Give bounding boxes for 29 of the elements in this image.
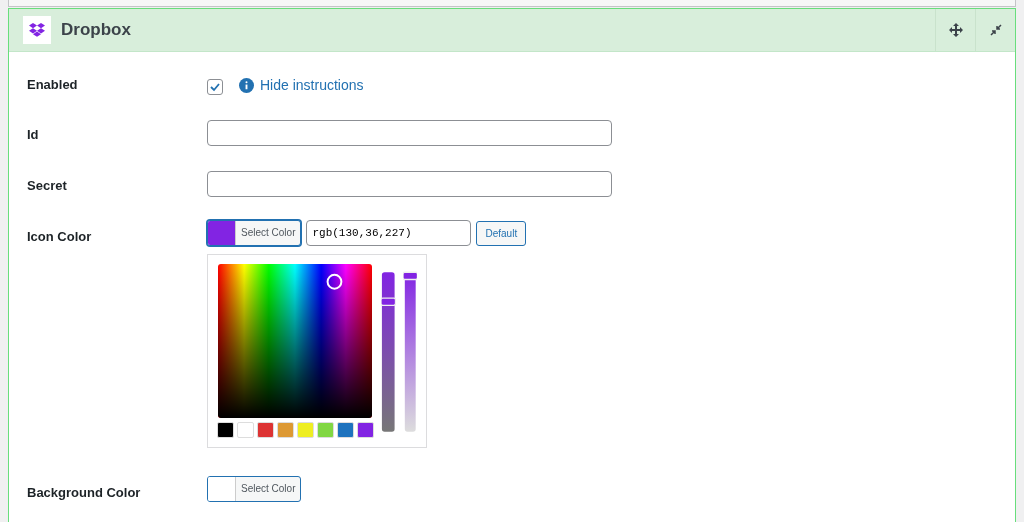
palette-swatch[interactable] xyxy=(317,422,334,438)
field-label: Background Color xyxy=(27,485,142,500)
palette-swatch[interactable] xyxy=(297,422,314,438)
hide-instructions-link[interactable]: Hide instructions xyxy=(239,77,364,93)
select-color-button[interactable]: Select Color xyxy=(207,220,302,246)
palette-swatch[interactable] xyxy=(357,422,374,438)
field-label: Id xyxy=(27,127,40,142)
collapse-icon xyxy=(989,24,1002,36)
text-field[interactable] xyxy=(207,120,612,146)
field-label: Icon Color xyxy=(27,229,93,244)
palette-swatch[interactable] xyxy=(217,422,234,438)
text-field[interactable] xyxy=(207,171,612,197)
palette-swatch[interactable] xyxy=(337,422,354,438)
palette-swatch[interactable] xyxy=(277,422,294,438)
move-icon xyxy=(948,23,963,37)
palette-swatch[interactable] xyxy=(237,422,254,438)
info-icon xyxy=(239,77,254,93)
select-color-button[interactable]: Select Color xyxy=(207,476,302,502)
palette-swatch[interactable] xyxy=(257,422,274,438)
field-label: Enabled xyxy=(27,77,79,92)
color-value-field[interactable]: rgb(130,36,227) xyxy=(306,220,472,246)
panel-title: Dropbox xyxy=(61,20,132,40)
default-button[interactable]: Default xyxy=(476,220,527,246)
color-gradient-drawing[interactable] xyxy=(217,264,373,418)
field-label: Secret xyxy=(27,178,68,193)
opacity-slider-thumb[interactable] xyxy=(402,271,417,281)
box-logo-icon xyxy=(29,23,45,37)
hue-slider-thumb[interactable] xyxy=(381,297,396,307)
checkbox[interactable] xyxy=(207,79,223,95)
